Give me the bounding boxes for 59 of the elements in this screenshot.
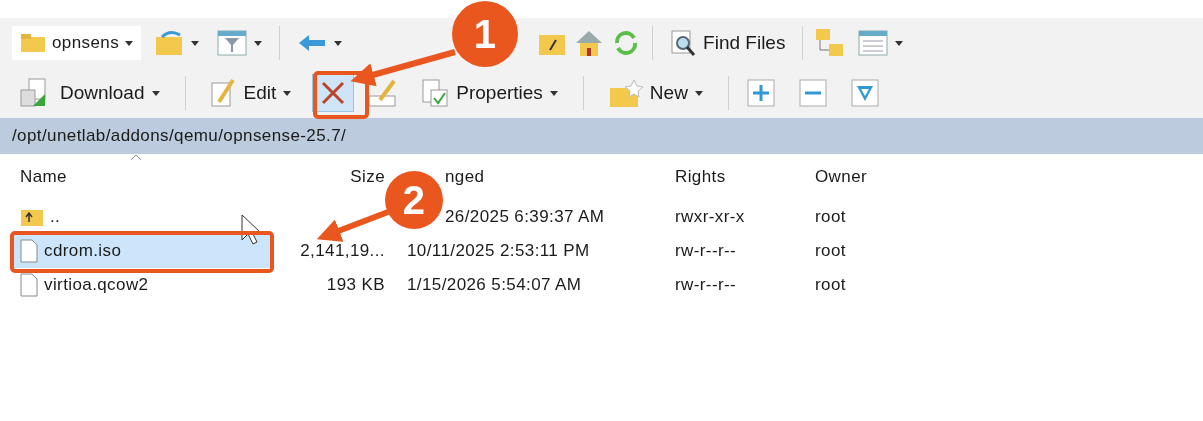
- table-cell-text: rwxr-xr-x: [675, 206, 745, 229]
- file-name: cdrom.iso: [44, 240, 122, 263]
- cursor-icon: [241, 214, 261, 245]
- filter-icon[interactable]: [850, 79, 879, 107]
- file-row-name[interactable]: ..: [12, 200, 272, 234]
- new-folder-icon: [608, 78, 643, 108]
- find-files-button[interactable]: Find Files: [665, 23, 791, 63]
- back-arrow-icon: [297, 33, 328, 53]
- folder-icon: [154, 29, 185, 57]
- filter-icon: [217, 30, 248, 56]
- column-header[interactable]: Name: [20, 164, 67, 190]
- table-cell-text: rw-r--r--: [675, 274, 737, 297]
- minus-icon[interactable]: [798, 79, 827, 107]
- parent-folder-icon: [20, 207, 44, 227]
- table-cell-text: root: [815, 206, 846, 229]
- download-button[interactable]: Download: [12, 73, 167, 113]
- table-cell-text: 26/2025 6:39:37 AM: [445, 206, 605, 229]
- table-cell-text: root: [815, 274, 846, 297]
- edit-button[interactable]: Edit: [203, 73, 299, 113]
- folder-icon: [20, 33, 46, 53]
- caret-icon: [125, 40, 134, 46]
- table-cell-text: root: [815, 240, 846, 263]
- edit-icon: [210, 78, 237, 108]
- table-cell-text: 2,141,19...: [300, 240, 385, 263]
- column-header[interactable]: nged: [445, 164, 485, 190]
- location-dropdown[interactable]: opnsens: [12, 26, 142, 60]
- caret-icon: [334, 40, 343, 46]
- table-cell-text: 1/15/2026 5:54:07 AM: [407, 274, 582, 297]
- caret-icon: [151, 90, 160, 96]
- file-icon: [20, 273, 38, 297]
- step-badge: 2: [385, 171, 443, 229]
- properties-icon: [421, 78, 450, 108]
- column-header[interactable]: Rights: [675, 164, 726, 190]
- caret-icon: [283, 90, 292, 96]
- caret-icon: [895, 40, 904, 46]
- list-view-icon: [858, 30, 889, 56]
- column-header[interactable]: Owner: [815, 164, 868, 190]
- caret-icon: [254, 40, 263, 46]
- folder-tree-icon[interactable]: [815, 28, 846, 58]
- plus-icon[interactable]: [746, 79, 775, 107]
- highlight-box: [313, 71, 369, 119]
- properties-button[interactable]: Properties: [414, 73, 565, 113]
- caret-icon: [191, 40, 200, 46]
- new-button[interactable]: New: [601, 73, 710, 113]
- table-cell-text: 193 KB: [326, 274, 385, 297]
- table-cell-text: rw-r--r--: [675, 240, 737, 263]
- step-badge: 1: [452, 1, 518, 67]
- file-icon: [20, 239, 38, 263]
- table-cell-text: 10/11/2025 2:53:11 PM: [407, 240, 590, 263]
- caret-icon: [549, 90, 558, 96]
- search-icon: [670, 29, 697, 57]
- path-text: /opt/unetlab/addons/qemu/opnsense-25.7/: [12, 125, 347, 148]
- caret-icon: [694, 90, 703, 96]
- file-row-name[interactable]: virtioa.qcow2: [12, 268, 272, 302]
- file-row-name[interactable]: cdrom.iso: [12, 234, 272, 268]
- file-name: virtioa.qcow2: [44, 274, 149, 297]
- column-header[interactable]: Size: [350, 164, 385, 190]
- file-name: ..: [50, 206, 61, 229]
- location-text: opnsens: [52, 32, 120, 55]
